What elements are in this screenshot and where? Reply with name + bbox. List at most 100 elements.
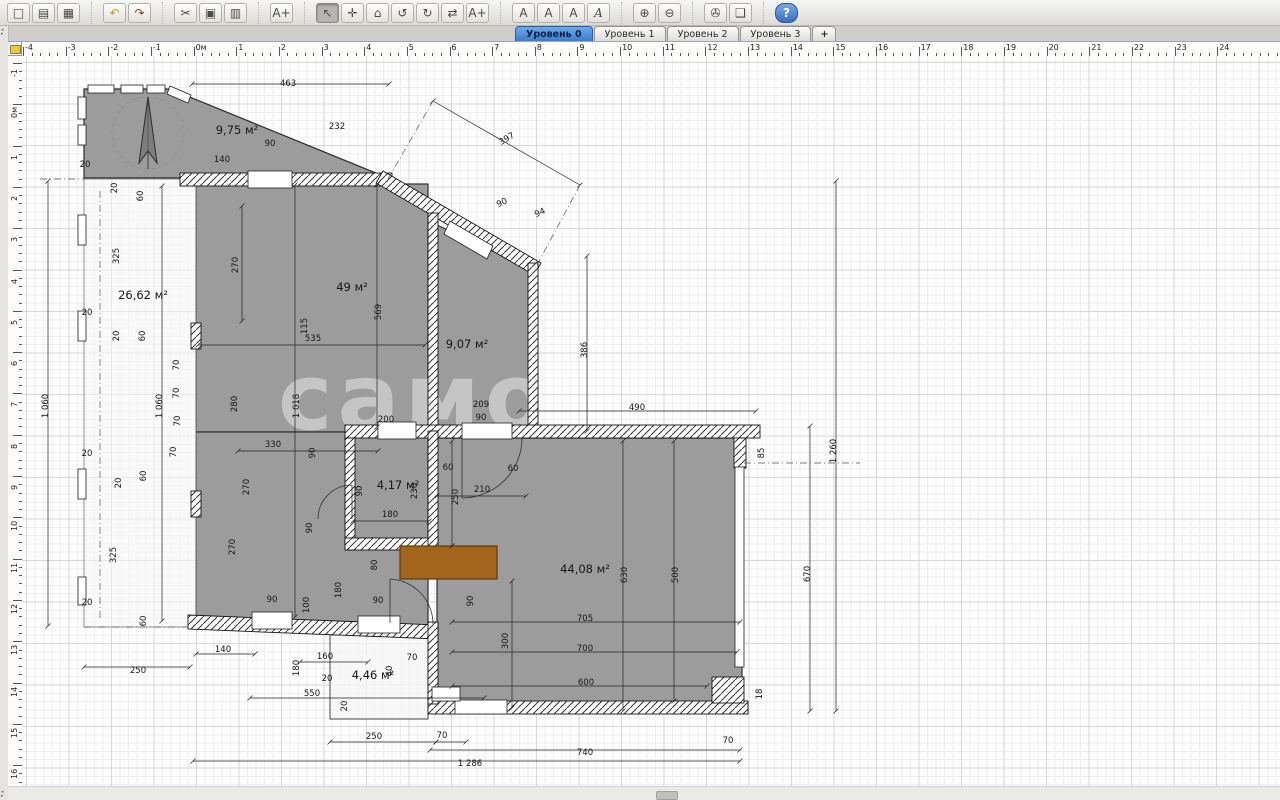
door	[462, 423, 512, 439]
horizontal-scrollbar[interactable]	[8, 786, 1280, 800]
dimension-label: 70	[407, 653, 418, 663]
rotate-ccw-tool-button[interactable]: ↺	[391, 3, 414, 23]
dimension-label: 210	[474, 485, 490, 495]
dimension-label: 250	[366, 732, 382, 742]
ruler-label: 12	[707, 43, 717, 52]
scrollbar-thumb[interactable]	[656, 791, 678, 800]
pan-tool-button[interactable]: ✛	[341, 3, 364, 23]
zoom-out-icon: ⊖	[664, 7, 674, 19]
text-tool-button[interactable]: A+	[466, 3, 489, 23]
add-object-tool-button[interactable]: ⌂	[366, 3, 389, 23]
help-button[interactable]: ?	[775, 3, 798, 23]
mirror-tool-button[interactable]: ⇄	[441, 3, 464, 23]
selected-object[interactable]	[400, 546, 497, 579]
text-label-tool-button[interactable]: A	[562, 3, 585, 23]
dimension-label: 94	[533, 206, 547, 220]
level-tab-bar: Уровень 0Уровень 1Уровень 2Уровень 3+	[0, 26, 1280, 41]
dimension-label: 270	[228, 539, 238, 555]
drawing-canvas-area[interactable]: -4-3-2-10м123456789101112131415161718192…	[8, 41, 1280, 786]
ruler-label: 4	[366, 43, 371, 52]
dimension-label: 569	[374, 304, 384, 320]
room-area-label: 44,08 м²	[560, 562, 610, 576]
undo-button[interactable]: ↶	[103, 3, 126, 23]
new-file-button[interactable]: □	[7, 3, 30, 23]
dimension-label: 20	[110, 183, 120, 194]
dimension-label: 60	[138, 331, 148, 342]
splitter-arrows-top-icon[interactable]: ◂▸	[1, 28, 4, 36]
ruler-label: 11	[10, 562, 19, 572]
dimension-label: 18	[755, 689, 765, 700]
dimension-label: 600	[578, 678, 594, 688]
dimension-label: 700	[577, 644, 593, 654]
ruler-label: 16	[10, 769, 19, 779]
ruler-label: 7	[10, 402, 19, 407]
ruler-label: 19	[1006, 43, 1016, 52]
zoom-out-button[interactable]: ⊖	[658, 3, 681, 23]
dimension-label: 490	[629, 403, 645, 413]
dimension-label: 60	[139, 616, 149, 627]
tab-level-2[interactable]: Уровень 2	[667, 26, 739, 41]
dimension-label: 60	[136, 191, 146, 202]
dimension-label: 740	[577, 748, 593, 758]
level-tabs: Уровень 0Уровень 1Уровень 2Уровень 3+	[515, 26, 837, 41]
room-label-tool-button[interactable]: A	[512, 3, 535, 23]
ruler-label: 3	[10, 237, 19, 242]
copy-button[interactable]: ▣	[199, 3, 222, 23]
plan-grid-canvas[interactable]: само	[22, 56, 1280, 787]
dimension-label: 20	[82, 598, 93, 608]
italic-text-tool-button[interactable]: A	[587, 3, 610, 23]
dim-label-tool-button[interactable]: A	[537, 3, 560, 23]
dimension-label: 1 018	[292, 394, 302, 418]
dimension-label: 20	[322, 674, 333, 684]
snapshot-icon: ✇	[710, 7, 720, 19]
add-object-tool-icon: ⌂	[374, 7, 382, 19]
dimension-label: 90	[476, 413, 487, 423]
ruler-label: 15	[835, 43, 845, 52]
pan-tool-icon: ✛	[347, 7, 357, 19]
ruler-label: 2	[10, 196, 19, 201]
add-level-tab-button[interactable]: +	[812, 26, 836, 41]
dimension-label: 115	[300, 318, 310, 334]
step	[432, 687, 460, 701]
horizontal-ruler: -4-3-2-10м123456789101112131415161718192…	[22, 42, 1280, 57]
select-tool-icon: ↖	[322, 7, 332, 19]
dimension-label: 140	[214, 155, 230, 165]
open-file-button[interactable]: ▤	[32, 3, 55, 23]
ruler-label: 1	[10, 155, 19, 160]
snapshot-button[interactable]: ✇	[704, 3, 727, 23]
italic-text-tool-icon: A	[594, 7, 603, 19]
save-file-icon: ▦	[63, 7, 74, 19]
main-toolbar: □▤▦↶↷✂▣▥A+↖✛⌂↺↻⇄A+AAAA⊕⊖✇❑?	[0, 0, 1280, 26]
floorplan-app-window: □▤▦↶↷✂▣▥A+↖✛⌂↺↻⇄A+AAAA⊕⊖✇❑? Уровень 0Уро…	[0, 0, 1280, 800]
dimension-label: 250	[130, 666, 146, 676]
add-label-button[interactable]: A+	[270, 3, 293, 23]
tab-level-3[interactable]: Уровень 3	[740, 26, 812, 41]
tab-level-1[interactable]: Уровень 1	[594, 26, 666, 41]
window	[78, 215, 86, 245]
paste-button[interactable]: ▥	[224, 3, 247, 23]
door	[252, 612, 292, 629]
dimension-label: 90	[265, 139, 276, 149]
redo-button[interactable]: ↷	[128, 3, 151, 23]
redo-icon: ↷	[134, 7, 144, 19]
text-tool-icon: A+	[468, 7, 486, 19]
ruler-label: 5	[10, 320, 19, 325]
help-icon: ?	[783, 7, 790, 19]
tab-level-0[interactable]: Уровень 0	[515, 26, 593, 41]
dimension-label: 140	[215, 645, 231, 655]
dimension-label: 386	[580, 342, 590, 358]
add-label-icon: A+	[272, 7, 290, 19]
rotate-cw-tool-button[interactable]: ↻	[416, 3, 439, 23]
splitter-arrows-bottom-icon[interactable]: ◂▸	[1, 790, 4, 798]
zoom-in-button[interactable]: ⊕	[633, 3, 656, 23]
select-tool-button[interactable]: ↖	[316, 3, 339, 23]
ruler-label: 12	[10, 604, 19, 614]
save-file-button[interactable]: ▦	[57, 3, 80, 23]
text-label-tool-icon: A	[569, 7, 577, 19]
cut-button[interactable]: ✂	[174, 3, 197, 23]
export-image-button[interactable]: ❑	[729, 3, 752, 23]
window	[78, 469, 86, 499]
dimension-label: 250	[451, 489, 461, 505]
dimension-label: 463	[280, 79, 296, 89]
room-26-62[interactable]	[84, 179, 196, 627]
